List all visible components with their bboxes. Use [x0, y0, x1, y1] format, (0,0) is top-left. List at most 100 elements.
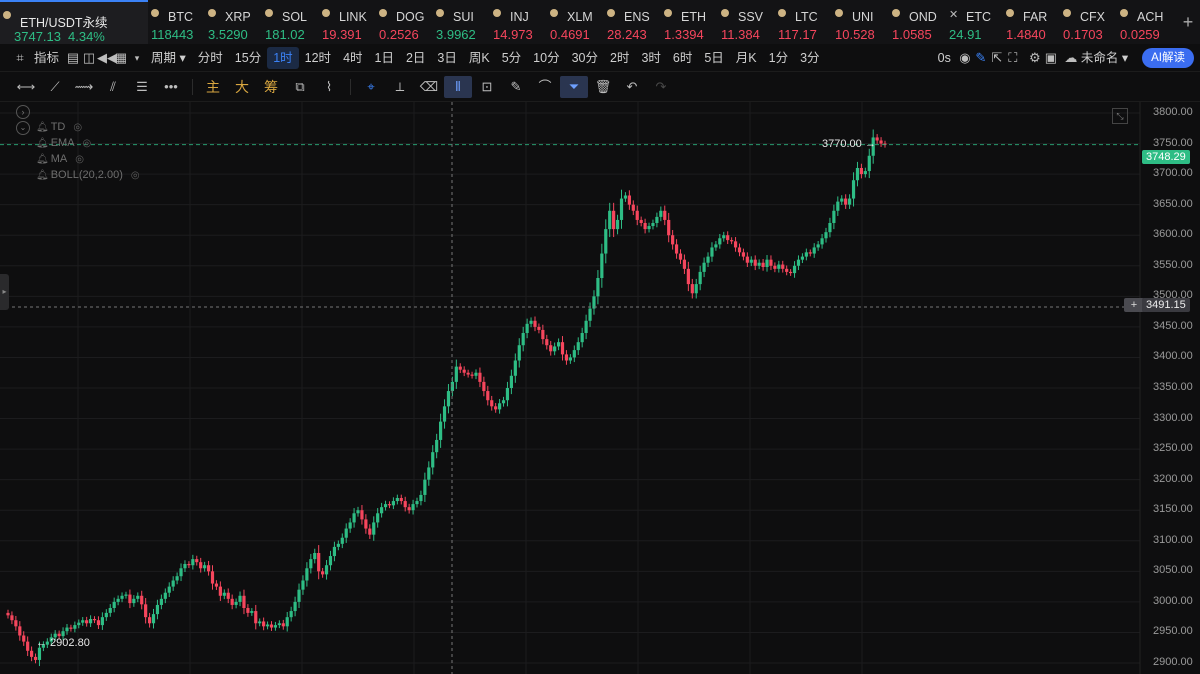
gear-icon[interactable]: ⚙: [1027, 50, 1043, 65]
note-icon[interactable]: ✎: [502, 76, 530, 98]
candle-body: [718, 238, 722, 245]
more-tools-icon[interactable]: •••: [157, 76, 185, 98]
ticker-item[interactable]: ✕ ETC 24.91: [946, 0, 1003, 44]
interval-5日[interactable]: 5日: [698, 47, 729, 69]
interval-15分[interactable]: 15分: [229, 47, 267, 69]
ticker-item[interactable]: ACH 0.0259: [1117, 0, 1174, 44]
interval-3日[interactable]: 3日: [431, 47, 462, 69]
eraser-icon[interactable]: ⌫: [415, 76, 443, 98]
close-icon[interactable]: ✕: [949, 8, 958, 21]
collapse-icon[interactable]: ⌄: [16, 121, 30, 135]
interval-3时[interactable]: 3时: [635, 47, 666, 69]
ticker-item[interactable]: ETH 1.3394: [661, 0, 718, 44]
template-icon[interactable]: ▣: [1043, 50, 1059, 65]
ticker-item[interactable]: SSV 11.384: [718, 0, 775, 44]
rewind-icon[interactable]: ◀◀: [97, 50, 117, 65]
ticker-item[interactable]: UNI 10.528: [832, 0, 889, 44]
indicators-button[interactable]: 指标: [28, 47, 65, 69]
main-chart-button[interactable]: 主: [199, 76, 227, 98]
indicator-ema[interactable]: 🔔︎ EMA ◎: [36, 137, 91, 149]
interval-6时[interactable]: 6时: [667, 47, 698, 69]
interval-10分[interactable]: 10分: [527, 47, 565, 69]
ticker-item[interactable]: OND 1.0585: [889, 0, 946, 44]
ticker-symbol: FAR: [1023, 10, 1048, 24]
ticker-item[interactable]: CFX 0.1703: [1060, 0, 1117, 44]
ticker-item[interactable]: SOL 181.02: [262, 0, 319, 44]
side-panel-handle[interactable]: ▸: [0, 274, 9, 310]
ticker-item[interactable]: LTC 117.17: [775, 0, 832, 44]
period-dropdown[interactable]: 周期 ▾: [145, 47, 192, 69]
ticker-item[interactable]: XRP 3.5290: [205, 0, 262, 44]
indicator-td[interactable]: 🔔︎ TD ◎: [36, 121, 82, 133]
interval-1时[interactable]: 1时: [267, 46, 299, 69]
eye-icon[interactable]: ◎: [83, 138, 92, 149]
ticker-item[interactable]: BTC 118443: [148, 0, 205, 44]
ticker-item[interactable]: XLM 0.4691: [547, 0, 604, 44]
interval-4时[interactable]: 4时: [337, 47, 368, 69]
pen-icon[interactable]: ✎: [973, 50, 989, 65]
fib-icon[interactable]: ☰: [128, 76, 156, 98]
eye-icon[interactable]: ◎: [131, 170, 140, 181]
grid-icon[interactable]: ▦: [113, 50, 129, 65]
price-chart[interactable]: › ⌄ 🔔︎ TD ◎ 🔔︎ EMA ◎ 🔔︎ MA ◎ 🔔︎ BOLL(20,2.00) ◎ …: [0, 102, 1200, 674]
candles-icon[interactable]: ⫴: [444, 75, 472, 98]
candle-body: [875, 137, 879, 141]
ticker-item[interactable]: SUI 3.9962: [433, 0, 490, 44]
horizontal-line-icon[interactable]: ⟷: [12, 76, 40, 98]
resize-icon[interactable]: ⤡: [1112, 108, 1128, 124]
eye-icon[interactable]: ◎: [73, 122, 82, 133]
candle-body: [615, 219, 620, 230]
camera-icon[interactable]: ◉: [957, 50, 973, 65]
ticker-item[interactable]: LINK 19.391: [319, 0, 376, 44]
trend-line-icon[interactable]: ⟋: [41, 76, 69, 98]
lock-icon[interactable]: ⊡: [473, 76, 501, 98]
indicator-ma[interactable]: 🔔︎ MA ◎: [36, 153, 84, 165]
tab-eth-usdt-perp[interactable]: ETH/USDT永续 3747.13 4.34%: [0, 0, 148, 44]
export-icon[interactable]: ⇱: [989, 50, 1005, 65]
interval-周K[interactable]: 周K: [463, 47, 496, 69]
crosshair-icon[interactable]: ⌖: [357, 76, 385, 98]
interval-2日[interactable]: 2日: [400, 47, 431, 69]
interval-3分[interactable]: 3分: [794, 47, 825, 69]
redo-icon[interactable]: ↷: [647, 76, 675, 98]
ticker-item[interactable]: DOG 0.2526: [376, 0, 433, 44]
ticker-item[interactable]: ENS 28.243: [604, 0, 661, 44]
ticker-item[interactable]: INJ 14.973: [490, 0, 547, 44]
compare-icon[interactable]: ⧉: [286, 76, 314, 98]
ai-interpret-button[interactable]: AI解读: [1142, 47, 1194, 68]
interval-1分[interactable]: 1分: [763, 47, 794, 69]
interval-2时[interactable]: 2时: [604, 47, 635, 69]
calendar-icon[interactable]: ▤: [65, 50, 81, 65]
ticker-item[interactable]: FAR 1.4840: [1003, 0, 1060, 44]
interval-月K[interactable]: 月K: [730, 47, 763, 69]
parallel-channel-icon[interactable]: ⫽: [99, 76, 127, 98]
trash-icon[interactable]: 🗑: [589, 76, 617, 98]
candlestick-chart[interactable]: [0, 102, 1200, 674]
indicator-boll[interactable]: 🔔︎ BOLL(20,2.00) ◎: [36, 169, 140, 181]
add-alert-icon[interactable]: +: [1124, 298, 1144, 312]
candle-body: [490, 400, 494, 407]
candle-body: [545, 339, 549, 346]
layout-icon[interactable]: ◫: [81, 50, 97, 65]
eye-icon[interactable]: ◎: [75, 154, 84, 165]
interval-分时[interactable]: 分时: [192, 47, 229, 69]
fullscreen-icon[interactable]: ⛶: [1005, 50, 1021, 65]
interval-1日[interactable]: 1日: [369, 47, 400, 69]
chevron-down-icon[interactable]: ▾: [129, 51, 145, 65]
ruler-icon[interactable]: ⟂: [386, 76, 414, 98]
undo-icon[interactable]: ↶: [618, 76, 646, 98]
indicator-icon[interactable]: ⌗: [12, 50, 28, 65]
add-tab-button[interactable]: +: [1176, 0, 1200, 44]
interval-12时[interactable]: 12时: [299, 47, 337, 69]
ray-icon[interactable]: ⟿: [70, 76, 98, 98]
magnet-icon[interactable]: ⌒: [531, 76, 559, 98]
chip-distribution-button[interactable]: 筹: [257, 76, 285, 98]
filter-icon[interactable]: ⏷: [560, 75, 588, 98]
brush-icon[interactable]: ⌇: [315, 76, 343, 98]
expand-icon[interactable]: ›: [16, 105, 30, 119]
candle-body: [848, 198, 852, 205]
interval-30分[interactable]: 30分: [566, 47, 604, 69]
interval-5分[interactable]: 5分: [496, 47, 527, 69]
layout-name-dropdown[interactable]: 未命名 ▾: [1079, 47, 1134, 69]
big-order-button[interactable]: 大: [228, 76, 256, 98]
